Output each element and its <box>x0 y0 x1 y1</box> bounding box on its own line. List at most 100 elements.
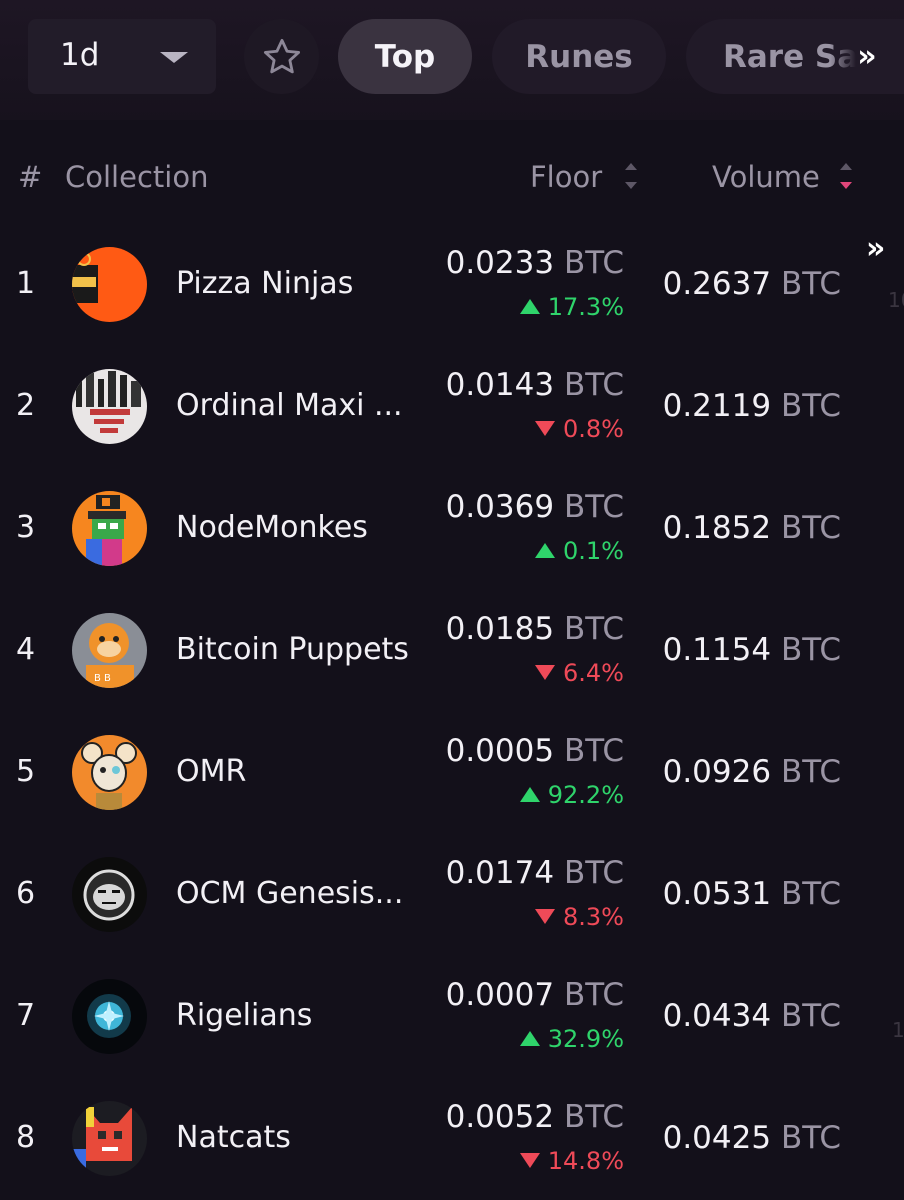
table-row[interactable]: 4 B B Bitcoin Puppets 0.0185 BTC 6.4% 0.… <box>0 589 904 711</box>
table-row[interactable]: 7 Rigelians 0.0007 BTC 32.9% 0.0434 BTC <box>0 955 904 1077</box>
floor-price: 0.0185 BTC <box>446 611 624 647</box>
floor-value: 0.0185 <box>445 611 555 647</box>
collection-name[interactable]: NodeMonkes <box>176 510 368 545</box>
table-row[interactable]: 1 Pizza Ninjas 0.0233 BTC 17.3% 0.2637 B… <box>0 223 904 345</box>
column-collection: Collection <box>65 160 209 194</box>
scroll-tabs-right-button[interactable]: » <box>830 19 904 94</box>
row-rank: 7 <box>16 998 36 1033</box>
change-value: 8.3% <box>563 903 624 931</box>
floor-unit: BTC <box>563 245 624 281</box>
collection-avatar <box>72 857 147 932</box>
floor-change: 32.9% <box>519 1025 624 1053</box>
floor-change: 6.4% <box>535 659 624 687</box>
volume: 0.2119 BTC <box>663 388 841 424</box>
floor-price: 0.0007 BTC <box>446 977 624 1013</box>
floor-value: 0.0174 <box>445 855 555 891</box>
svg-text:B B: B B <box>94 673 111 684</box>
collection-avatar <box>72 979 147 1054</box>
floor-unit: BTC <box>563 367 624 403</box>
table-row[interactable]: 6 OCM Genesis... 0.0174 BTC 8.3% 0.0531 … <box>0 833 904 955</box>
volume-value: 0.0926 <box>662 754 772 790</box>
column-floor-sort[interactable]: Floor <box>530 160 602 194</box>
collection-name[interactable]: Bitcoin Puppets <box>176 632 409 667</box>
volume-value: 0.0434 <box>662 998 772 1034</box>
floor-change: 14.8% <box>519 1147 624 1175</box>
table-row[interactable]: 2 Ordinal Maxi ... 0.0143 BTC 0.8% 0.211… <box>0 345 904 467</box>
volume-value: 0.2637 <box>662 266 772 302</box>
table-row[interactable]: 3 NodeMonkes 0.0369 BTC 0.1% 0.1852 BTC <box>0 467 904 589</box>
floor-change: 92.2% <box>519 781 624 809</box>
volume-unit: BTC <box>780 266 841 302</box>
caret-down-icon <box>160 52 188 63</box>
sort-desc-icon[interactable] <box>840 161 852 191</box>
collection-name[interactable]: Rigelians <box>176 998 312 1033</box>
arrow-down-icon <box>535 420 556 436</box>
volume: 0.1154 BTC <box>663 632 841 668</box>
volume-value: 0.1852 <box>662 510 772 546</box>
volume: 0.0425 BTC <box>663 1120 841 1156</box>
floor-price: 0.0369 BTC <box>446 489 624 525</box>
floor-unit: BTC <box>563 489 624 525</box>
volume-value: 0.0531 <box>662 876 772 912</box>
row-rank: 3 <box>16 510 36 545</box>
row-rank: 4 <box>16 632 36 667</box>
volume: 0.1852 BTC <box>663 510 841 546</box>
floor-value: 0.0052 <box>445 1099 555 1135</box>
table-header: # Collection Floor Volume <box>0 156 904 200</box>
floor-value: 0.0005 <box>445 733 555 769</box>
volume-unit: BTC <box>780 388 841 424</box>
volume-unit: BTC <box>780 754 841 790</box>
collection-avatar <box>72 247 147 322</box>
floor-price: 0.0005 BTC <box>446 733 624 769</box>
floor-value: 0.0143 <box>445 367 555 403</box>
collection-avatar: B B <box>72 613 147 688</box>
floor-price: 0.0143 BTC <box>446 367 624 403</box>
floor-unit: BTC <box>563 855 624 891</box>
filter-toolbar: 1d Top Runes Rare Sats » <box>0 0 904 120</box>
floor-unit: BTC <box>563 1099 624 1135</box>
collection-name[interactable]: Ordinal Maxi ... <box>176 388 403 423</box>
floor-price: 0.0233 BTC <box>446 245 624 281</box>
collection-avatar <box>72 369 147 444</box>
row-rank: 5 <box>16 754 36 789</box>
floor-change: 0.8% <box>535 415 624 443</box>
change-value: 6.4% <box>563 659 624 687</box>
period-dropdown[interactable]: 1d <box>28 19 216 94</box>
change-value: 0.8% <box>563 415 624 443</box>
floor-value: 0.0233 <box>445 245 555 281</box>
volume-unit: BTC <box>780 998 841 1034</box>
floor-value: 0.0369 <box>445 489 555 525</box>
collection-name[interactable]: Natcats <box>176 1120 291 1155</box>
volume-unit: BTC <box>780 1120 841 1156</box>
tab-runes[interactable]: Runes <box>492 19 666 94</box>
table-row[interactable]: 8 Natcats 0.0052 BTC 14.8% 0.0425 BTC <box>0 1077 904 1199</box>
volume: 0.0531 BTC <box>663 876 841 912</box>
column-rank: # <box>18 160 43 194</box>
tab-top[interactable]: Top <box>338 19 472 94</box>
floor-unit: BTC <box>563 733 624 769</box>
floor-change: 8.3% <box>535 903 624 931</box>
volume-unit: BTC <box>780 510 841 546</box>
collection-name[interactable]: OMR <box>176 754 246 789</box>
collection-name[interactable]: Pizza Ninjas <box>176 266 353 301</box>
sort-icon[interactable] <box>625 161 637 191</box>
arrow-down-icon <box>535 908 556 924</box>
floor-unit: BTC <box>563 977 624 1013</box>
favorites-button[interactable] <box>244 19 319 94</box>
collection-name[interactable]: OCM Genesis... <box>176 876 403 911</box>
change-value: 17.3% <box>547 293 624 321</box>
volume: 0.0926 BTC <box>663 754 841 790</box>
collection-avatar <box>72 491 147 566</box>
column-volume-sort[interactable]: Volume <box>712 160 820 194</box>
arrow-up-icon <box>519 1030 540 1046</box>
arrow-up-icon <box>519 298 540 314</box>
floor-value: 0.0007 <box>445 977 555 1013</box>
arrow-up-icon <box>519 786 540 802</box>
floor-change: 0.1% <box>535 537 624 565</box>
table-row[interactable]: 5 OMR 0.0005 BTC 92.2% 0.0926 BTC <box>0 711 904 833</box>
volume-unit: BTC <box>780 632 841 668</box>
period-value: 1d <box>60 37 100 73</box>
volume: 0.0434 BTC <box>663 998 841 1034</box>
star-icon <box>263 38 301 74</box>
volume-value: 0.1154 <box>662 632 772 668</box>
